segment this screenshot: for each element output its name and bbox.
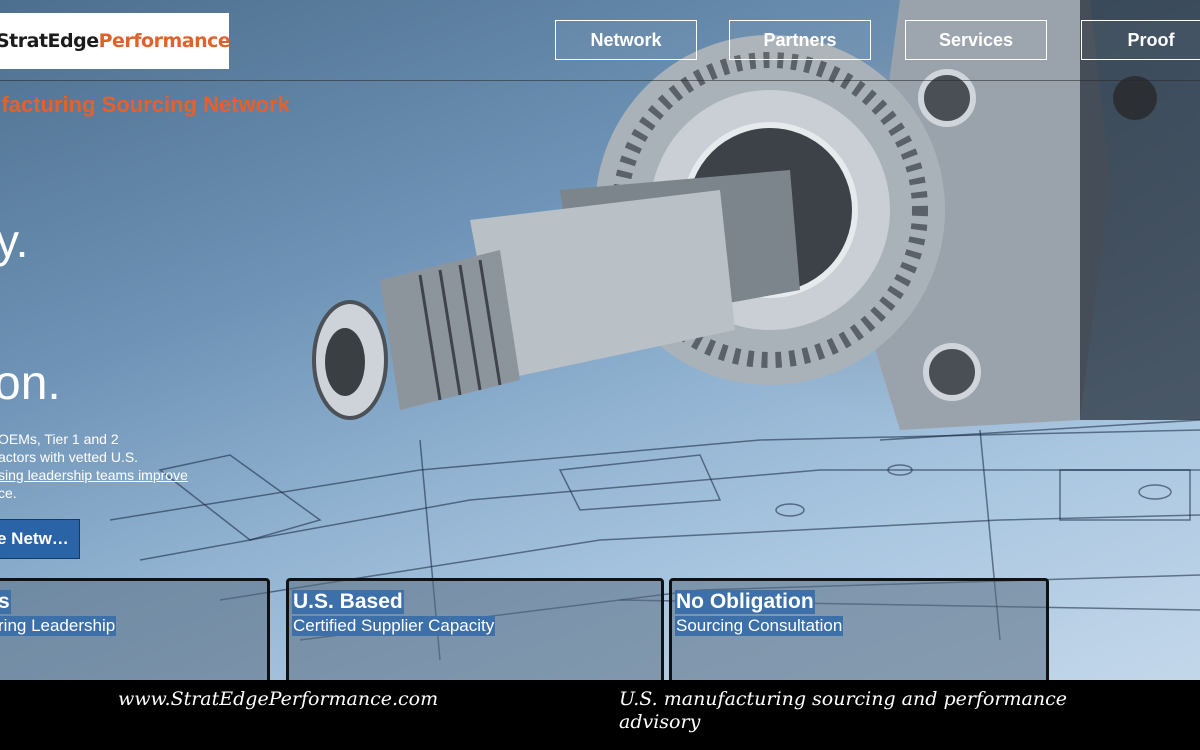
nav-network-button[interactable]: Network: [555, 20, 697, 60]
nav-partners-button[interactable]: Partners: [729, 20, 871, 60]
feature-card-1: s ring Leadership: [0, 578, 270, 680]
hero-body-line: OEMs, Tier 1 and 2: [0, 431, 119, 447]
hero-headline-line1: y.: [0, 215, 29, 267]
feature-card-subtitle: Sourcing Consultation: [675, 616, 844, 636]
nav-services-button[interactable]: Services: [905, 20, 1047, 60]
feature-card-title: No Obligation: [675, 590, 815, 614]
logo[interactable]: StratEdgePerformance: [0, 13, 229, 69]
feature-card-subtitle: ring Leadership: [0, 616, 117, 636]
hero-body-copy: OEMs, Tier 1 and 2 actors with vetted U.…: [0, 430, 198, 502]
footer-website-link[interactable]: www.StratEdgePerformance.com: [118, 688, 438, 710]
feature-card-subtitle: Certified Supplier Capacity: [292, 616, 496, 636]
header-divider: [0, 80, 1200, 81]
hero-headline-line2: on.: [0, 357, 61, 410]
hero-body-line: actors with vetted U.S.: [0, 449, 139, 465]
feature-card-no-obligation: No Obligation Sourcing Consultation: [669, 578, 1049, 680]
hero-body-link-line[interactable]: sing leadership teams improve: [0, 466, 198, 484]
hero-tagline: ufacturing Sourcing Network: [0, 92, 290, 117]
logo-text-part1: StratEdge: [0, 30, 99, 52]
feature-card-us-based: U.S. Based Certified Supplier Capacity: [286, 578, 664, 680]
logo-text-part2: Performance: [98, 30, 229, 52]
nav-proof-button[interactable]: Proof: [1081, 20, 1200, 60]
footer-description: U.S. manufacturing sourcing and performa…: [619, 688, 1067, 733]
hero-section: StratEdgePerformance Network Partners Se…: [0, 0, 1200, 680]
feature-card-title: U.S. Based: [292, 590, 404, 614]
feature-card-title: s: [0, 590, 11, 614]
hero-body-line: ce.: [0, 485, 17, 501]
explore-network-button[interactable]: e Netw…: [0, 519, 80, 559]
